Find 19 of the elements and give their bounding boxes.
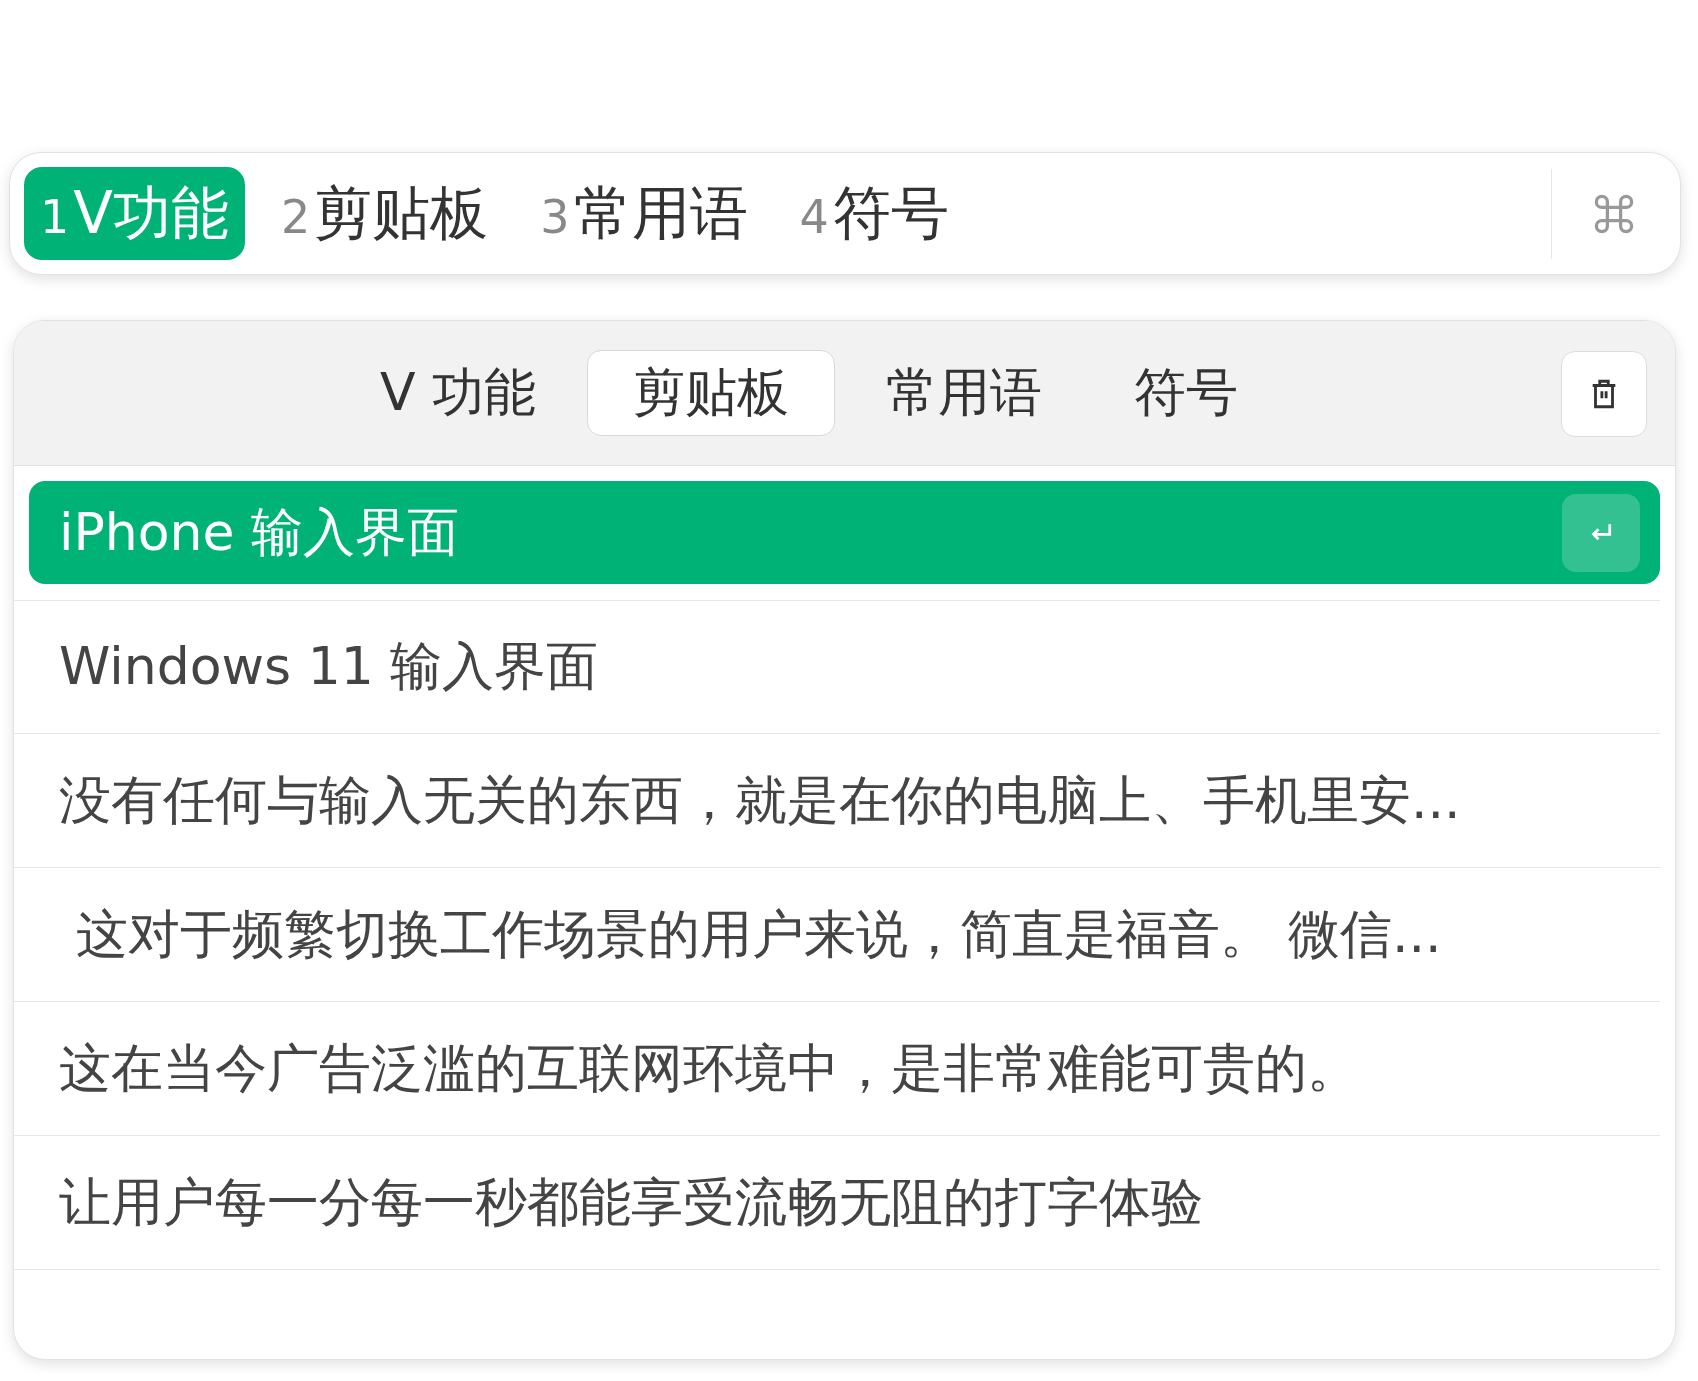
item-text: 让用户每一分每一秒都能享受流畅无阻的打字体验	[59, 1170, 1204, 1234]
tab[interactable]: V 功能	[339, 350, 578, 436]
item-text: Windows 11 输入界面	[59, 634, 600, 698]
tab[interactable]: 3 常用语	[524, 167, 764, 260]
item-text: 没有任何与输入无关的东西，就是在你的电脑上、手机里安...	[59, 768, 1462, 832]
tab[interactable]: 符号	[1093, 350, 1280, 436]
clipboard-item[interactable]: 没有任何与输入无关的东西，就是在你的电脑上、手机里安...	[14, 734, 1660, 868]
clipboard-item[interactable]: 这在当今广告泛滥的互联网环境中，是非常难能可贵的。	[14, 1002, 1660, 1136]
item-text: iPhone 输入界面	[59, 500, 461, 564]
tab[interactable]: 2 剪贴板	[264, 167, 505, 260]
tab[interactable]: 剪贴板	[587, 350, 836, 436]
tab[interactable]: 常用语	[845, 350, 1084, 436]
clipboard-item[interactable]: 这对于频繁切换工作场景的用户来说，简直是福音。 微信...	[14, 868, 1660, 1002]
tab[interactable]: 4符号	[783, 167, 965, 260]
clipboard-item[interactable]: 让用户每一分每一秒都能享受流畅无阻的打字体验	[14, 1136, 1660, 1270]
delete-button[interactable]	[1561, 351, 1647, 437]
item-text: 这在当今广告泛滥的互联网环境中，是非常难能可贵的。	[59, 1036, 1360, 1100]
item-text: 这对于频繁切换工作场景的用户来说，简直是福音。 微信...	[74, 902, 1443, 966]
clipboard-item[interactable]: Windows 11 输入界面	[14, 600, 1660, 734]
